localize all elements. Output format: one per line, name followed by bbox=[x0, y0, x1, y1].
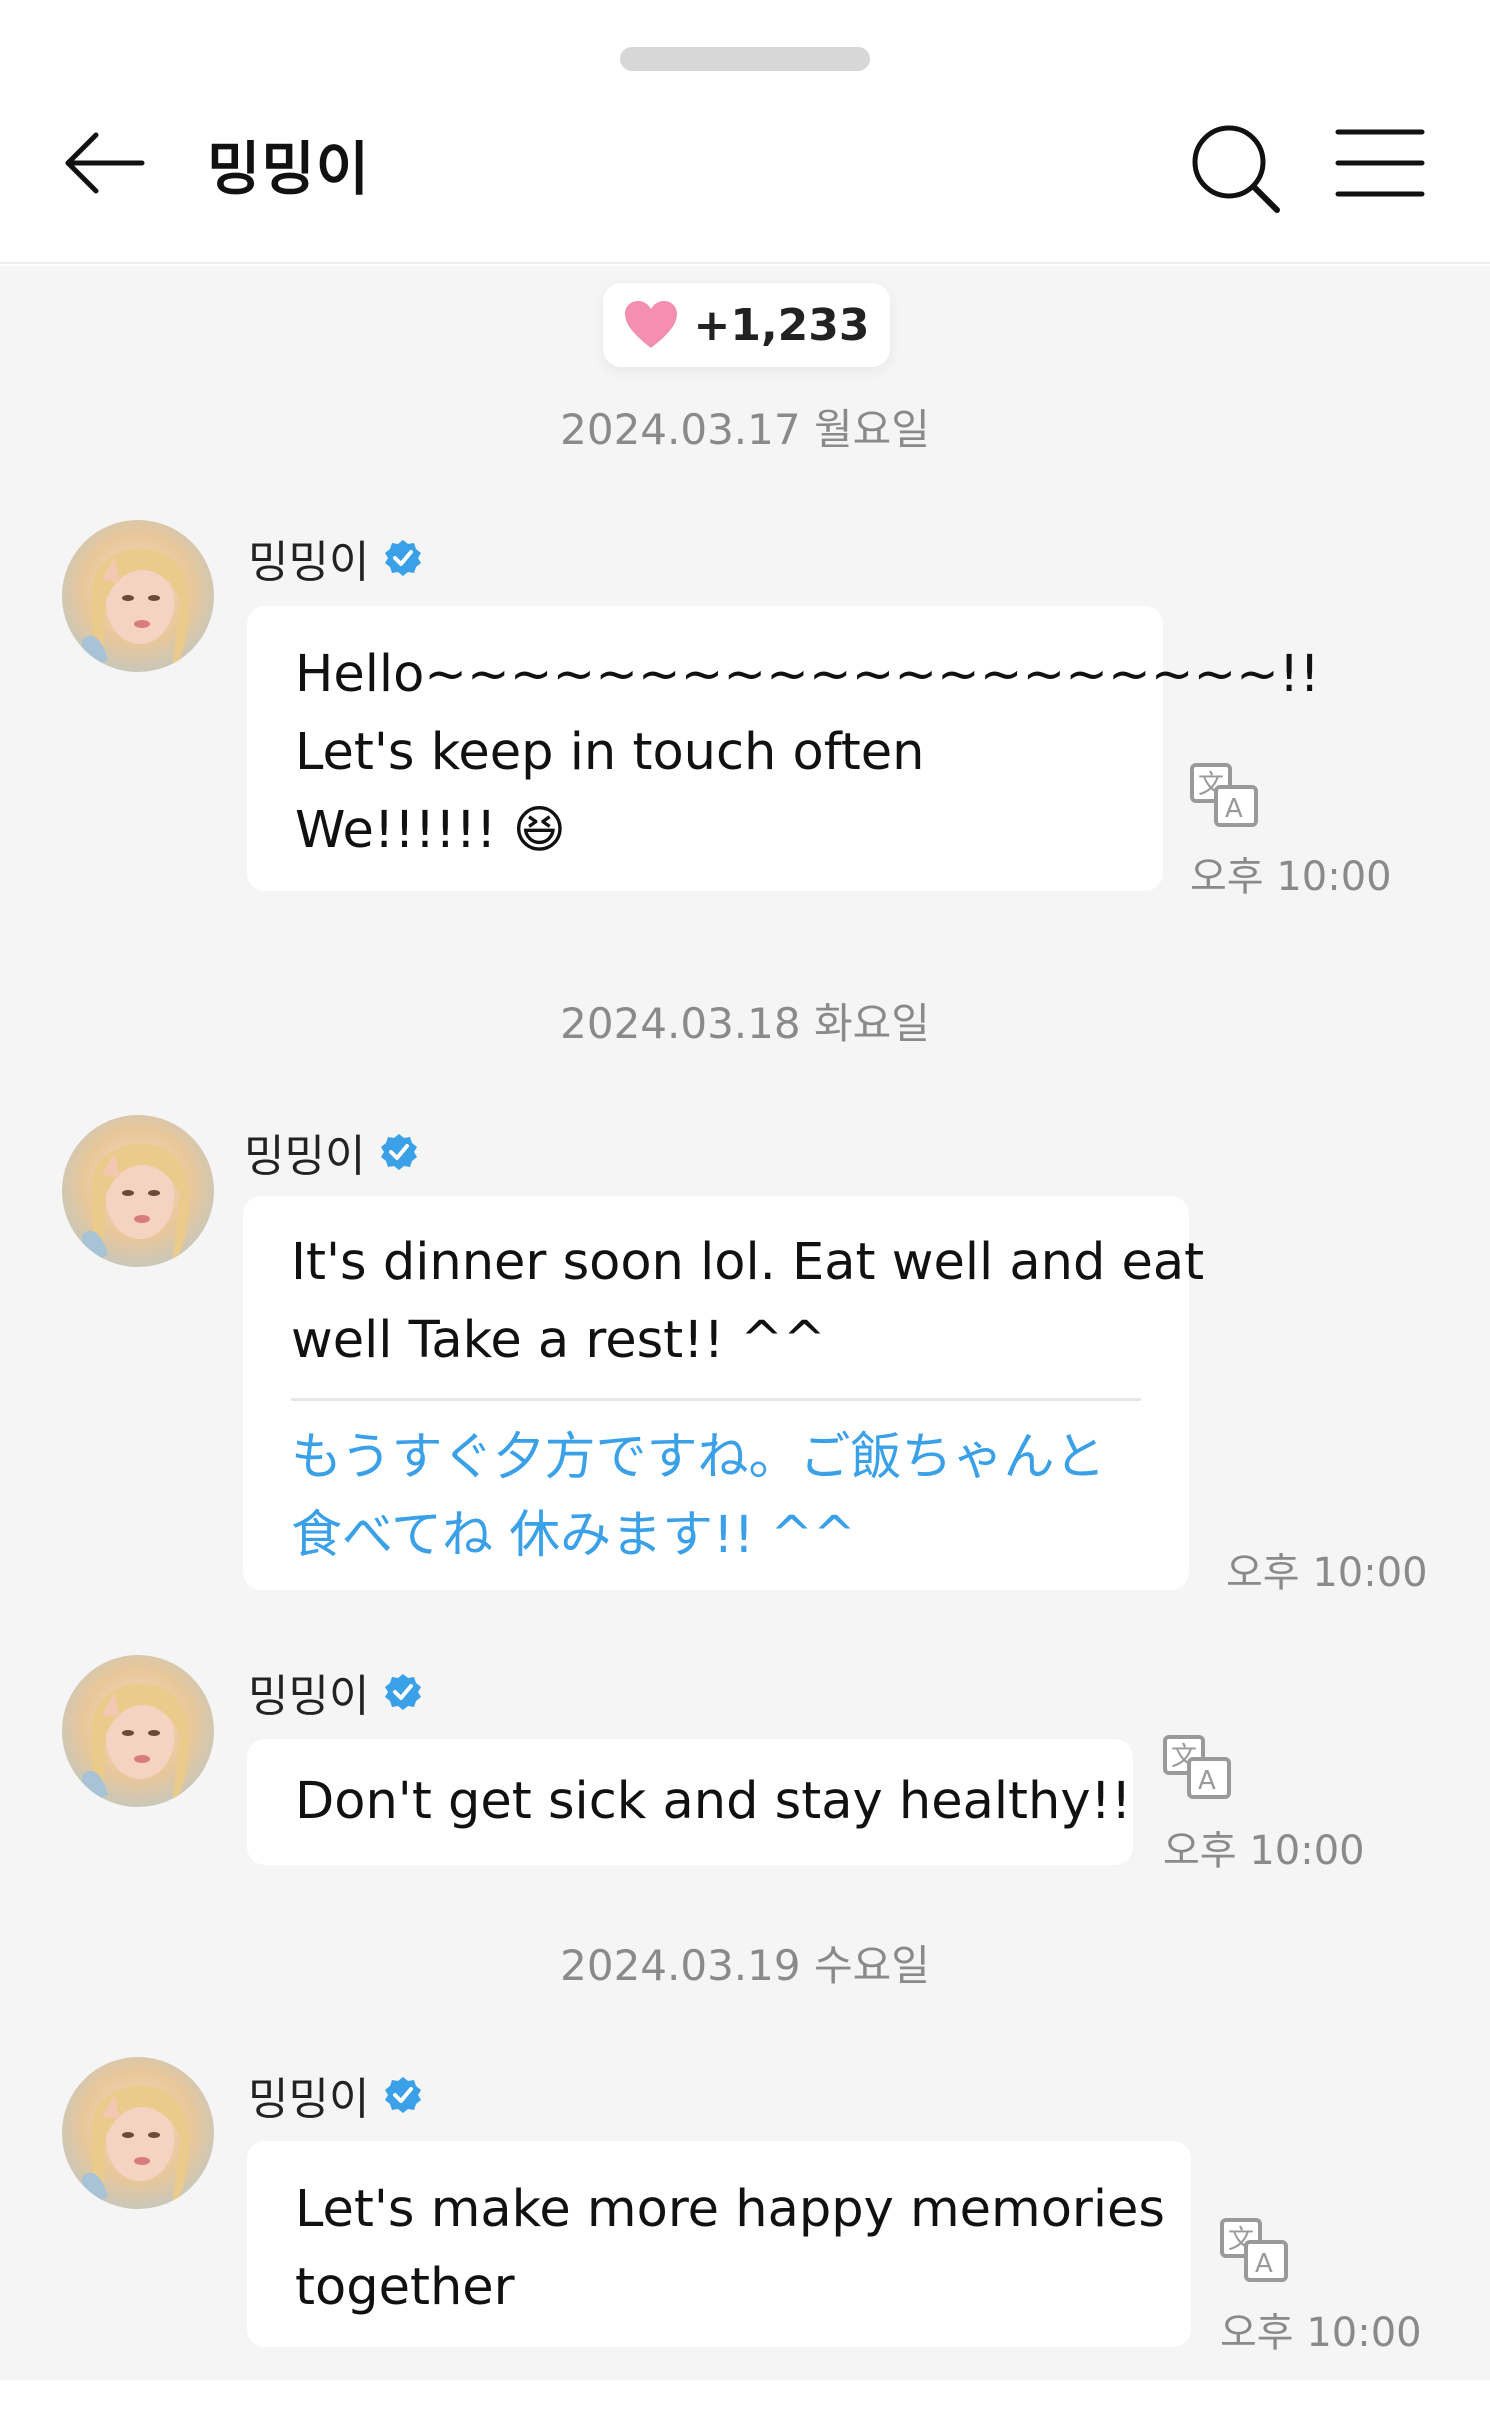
date-separator: 2024.03.17 월요일 bbox=[560, 405, 930, 454]
translate-button[interactable]: 文 A bbox=[1190, 763, 1260, 829]
translated-text: もうすぐ夕方ですね。ご飯ちゃんと bbox=[291, 1428, 1106, 1487]
message-bubble[interactable]: Don't get sick and stay healthy!! bbox=[247, 1739, 1133, 1865]
header: 밍밍이 bbox=[0, 0, 1490, 264]
translation-divider bbox=[291, 1398, 1141, 1401]
verified-badge-icon bbox=[385, 2077, 422, 2113]
message-time: 오후 10:00 bbox=[1226, 1550, 1428, 1596]
message-bubble[interactable]: Let's make more happy memories together bbox=[247, 2141, 1191, 2347]
verified-badge-icon bbox=[381, 1134, 418, 1170]
date-separator: 2024.03.18 화요일 bbox=[560, 999, 930, 1048]
message-time: 오후 10:00 bbox=[1190, 854, 1392, 900]
arrow-left-icon bbox=[65, 132, 145, 194]
avatar[interactable] bbox=[62, 2057, 214, 2209]
message-time: 오후 10:00 bbox=[1163, 1828, 1365, 1874]
translate-icon: 文 A bbox=[1163, 1735, 1231, 1799]
translated-text: 食べてね 休みます!! ^^ bbox=[291, 1506, 856, 1565]
svg-text:A: A bbox=[1255, 2249, 1273, 2279]
translate-button[interactable]: 文 A bbox=[1163, 1735, 1233, 1801]
sheet-grabber[interactable] bbox=[620, 47, 870, 71]
chat-screen: 밍밍이 +1,233 2024.03.17 월요일 밍밍이 Hello~~~~~… bbox=[0, 0, 1490, 2415]
hamburger-menu-icon bbox=[1335, 129, 1425, 197]
heart-icon bbox=[625, 301, 678, 348]
svg-text:A: A bbox=[1225, 794, 1243, 824]
sender-name: 밍밍이 bbox=[244, 1120, 419, 1184]
like-count: +1,233 bbox=[693, 299, 870, 351]
like-counter[interactable]: +1,233 bbox=[603, 283, 890, 367]
sender-name: 밍밍이 bbox=[248, 526, 423, 590]
page-title: 밍밍이 bbox=[207, 135, 371, 203]
sender-name: 밍밍이 bbox=[248, 1660, 423, 1724]
date-separator: 2024.03.19 수요일 bbox=[560, 1941, 930, 1990]
search-button[interactable] bbox=[1185, 118, 1285, 218]
search-icon bbox=[1192, 125, 1280, 213]
translate-icon: 文 A bbox=[1190, 763, 1258, 827]
back-button[interactable] bbox=[62, 118, 162, 208]
verified-badge-icon bbox=[385, 540, 422, 576]
message-bubble[interactable]: It's dinner soon lol. Eat well and eat w… bbox=[243, 1196, 1204, 1590]
message-bubble[interactable]: Hello~~~~~~~~~~~~~~~~~~~~!! Let's keep i… bbox=[247, 606, 1320, 891]
translate-button[interactable]: 文 A bbox=[1220, 2218, 1290, 2284]
svg-text:A: A bbox=[1198, 1766, 1216, 1796]
message-time: 오후 10:00 bbox=[1220, 2310, 1422, 2356]
avatar[interactable] bbox=[62, 1115, 214, 1267]
bottom-edge bbox=[0, 2380, 1490, 2415]
translate-icon: 文 A bbox=[1220, 2218, 1288, 2282]
sender-name: 밍밍이 bbox=[248, 2063, 423, 2127]
menu-button[interactable] bbox=[1330, 118, 1430, 218]
avatar[interactable] bbox=[62, 520, 214, 672]
avatar[interactable] bbox=[62, 1655, 214, 1807]
verified-badge-icon bbox=[385, 1674, 422, 1710]
